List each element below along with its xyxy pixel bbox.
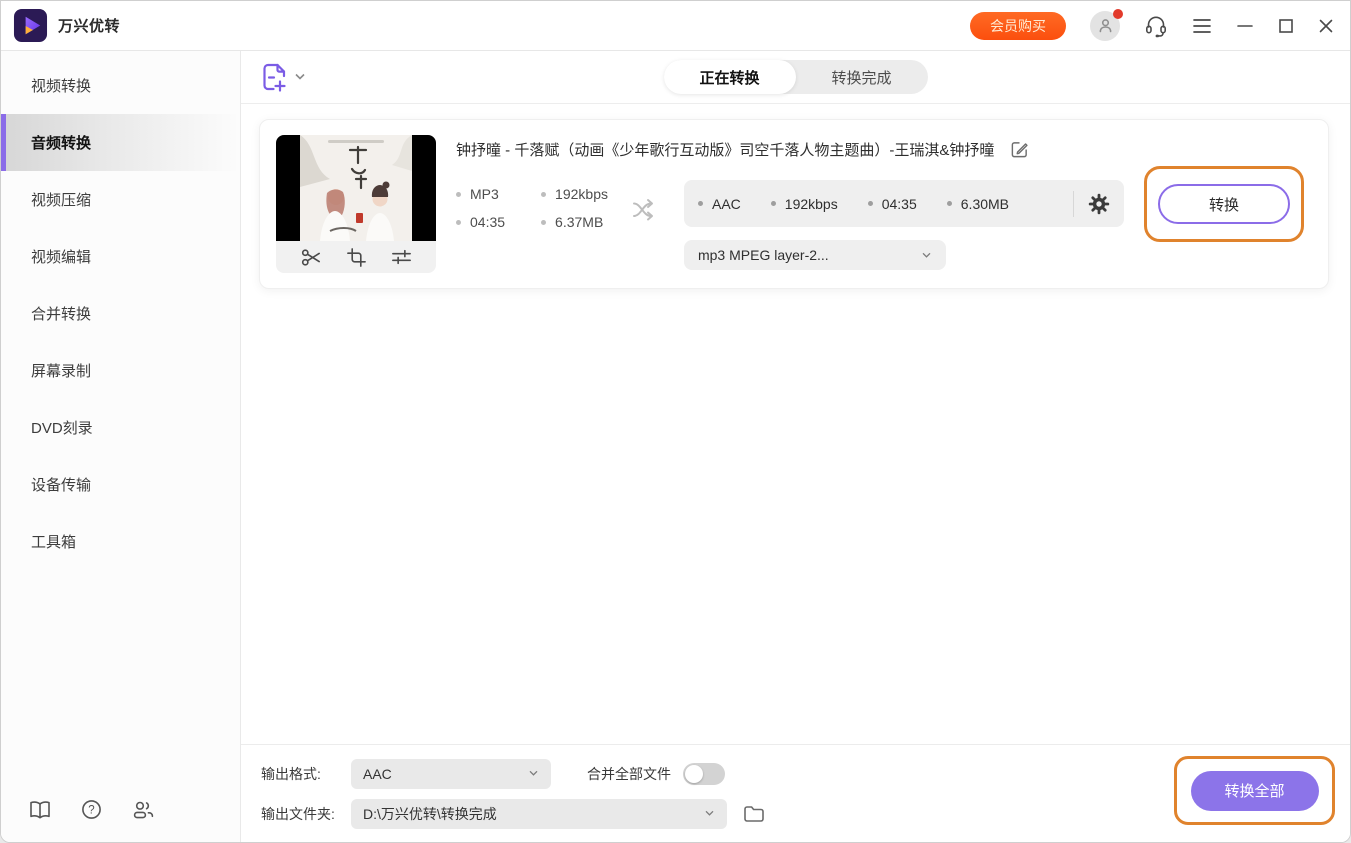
app-window: 万兴优转 会员购买: [0, 0, 1351, 843]
source-bitrate: 192kbps: [555, 186, 608, 202]
chevron-down-icon: [704, 810, 715, 817]
title-bar: 万兴优转 会员购买: [1, 1, 1350, 51]
clip-toolbar: [276, 241, 436, 273]
file-card: 钟抒曈 - 千落赋（动画《少年歌行互动版》司空千落人物主题曲）-王瑞淇&钟抒曈: [259, 119, 1329, 289]
chevron-down-icon: [528, 770, 539, 777]
divider: [1073, 191, 1074, 217]
target-bitrate: 192kbps: [785, 196, 838, 212]
sidebar-item-toolbox[interactable]: 工具箱: [1, 513, 240, 570]
svg-text:?: ?: [88, 805, 94, 817]
convert-direction-icon: [630, 196, 660, 223]
output-folder-value: D:\万兴优转\转换完成: [363, 804, 497, 824]
add-file-button[interactable]: [261, 62, 306, 93]
merge-toggle[interactable]: [683, 763, 725, 785]
sidebar-item-merge-convert[interactable]: 合并转换: [1, 285, 240, 342]
edit-title-icon[interactable]: [1010, 140, 1029, 159]
settings-gear-icon[interactable]: [1088, 193, 1110, 215]
app-logo-icon: [13, 8, 48, 43]
file-title: 钟抒曈 - 千落赋（动画《少年歌行互动版》司空千落人物主题曲）-王瑞淇&钟抒曈: [456, 139, 994, 160]
merge-all-label: 合并全部文件: [587, 764, 671, 784]
community-icon[interactable]: [132, 800, 155, 820]
tab-group: 正在转换 转换完成: [663, 60, 927, 94]
minimize-button[interactable]: [1236, 18, 1254, 34]
open-folder-icon[interactable]: [743, 805, 765, 823]
notification-dot: [1113, 9, 1123, 19]
tab-finished[interactable]: 转换完成: [796, 60, 928, 94]
help-icon[interactable]: ?: [81, 799, 102, 820]
sidebar-item-label: 音频转换: [31, 132, 91, 153]
tab-label: 转换完成: [832, 67, 892, 88]
output-format-value: AAC: [363, 766, 392, 782]
sidebar-item-label: 设备传输: [31, 474, 91, 495]
task-list-area: 钟抒曈 - 千落赋（动画《少年歌行互动版》司空千落人物主题曲）-王瑞淇&钟抒曈: [241, 104, 1350, 744]
sidebar-item-dvd-burn[interactable]: DVD刻录: [1, 399, 240, 456]
output-folder-label: 输出文件夹:: [261, 804, 351, 824]
output-settings-bar: 输出格式: AAC 合并全部文件 输出文件夹: D:\: [241, 744, 1350, 842]
output-format-label: 输出格式:: [261, 764, 351, 784]
target-duration: 04:35: [882, 196, 917, 212]
maximize-button[interactable]: [1278, 18, 1294, 34]
source-size: 6.37MB: [555, 214, 603, 230]
sidebar-item-label: 视频转换: [31, 75, 91, 96]
output-folder-select[interactable]: D:\万兴优转\转换完成: [351, 799, 727, 829]
annotation-highlight: 转换全部: [1174, 756, 1335, 825]
sidebar-item-label: 视频编辑: [31, 246, 91, 267]
sidebar-item-device-transfer[interactable]: 设备传输: [1, 456, 240, 513]
sidebar-item-screen-record[interactable]: 屏幕录制: [1, 342, 240, 399]
add-file-icon: [261, 62, 287, 93]
target-size: 6.30MB: [961, 196, 1009, 212]
target-media-info: AAC 192kbps 04:35 6.30MB: [684, 180, 1124, 227]
adjust-effects-icon[interactable]: [390, 247, 413, 267]
sidebar-item-label: 合并转换: [31, 303, 91, 324]
album-art: [300, 135, 412, 241]
source-media-info: MP3 192kbps 04:35 6.37MB: [456, 186, 608, 230]
output-format-select[interactable]: AAC: [351, 759, 551, 789]
sidebar-item-audio-convert[interactable]: 音频转换: [1, 114, 240, 171]
target-format: AAC: [712, 196, 741, 212]
crop-icon[interactable]: [346, 247, 367, 268]
user-avatar[interactable]: [1090, 11, 1120, 41]
tab-label: 正在转换: [699, 67, 759, 88]
sidebar-item-label: DVD刻录: [31, 417, 93, 438]
annotation-highlight: 转换: [1144, 166, 1304, 242]
menu-icon[interactable]: [1192, 18, 1212, 34]
convert-all-button[interactable]: 转换全部: [1191, 771, 1319, 811]
sidebar: 视频转换 音频转换 视频压缩 视频编辑 合并转换 屏幕录制 DVD刻录 设备传输…: [1, 51, 241, 842]
sidebar-item-video-convert[interactable]: 视频转换: [1, 57, 240, 114]
app-title: 万兴优转: [58, 15, 120, 36]
toolbar: 正在转换 转换完成: [241, 51, 1350, 104]
sidebar-item-video-edit[interactable]: 视频编辑: [1, 228, 240, 285]
support-headset-icon[interactable]: [1144, 14, 1168, 38]
chevron-down-icon: [921, 252, 932, 259]
close-button[interactable]: [1318, 18, 1334, 34]
sidebar-item-video-compress[interactable]: 视频压缩: [1, 171, 240, 228]
chevron-down-icon: [294, 73, 306, 81]
item-format-value: mp3 MPEG layer-2...: [698, 247, 829, 263]
sidebar-item-label: 工具箱: [31, 531, 76, 552]
cut-icon[interactable]: [300, 247, 323, 268]
member-buy-button[interactable]: 会员购买: [970, 12, 1066, 40]
convert-button[interactable]: 转换: [1158, 184, 1290, 224]
source-format: MP3: [470, 186, 499, 202]
guide-book-icon[interactable]: [29, 800, 51, 820]
source-duration: 04:35: [470, 214, 505, 230]
sidebar-item-label: 屏幕录制: [31, 360, 91, 381]
sidebar-item-label: 视频压缩: [31, 189, 91, 210]
tab-converting[interactable]: 正在转换: [663, 60, 795, 94]
media-thumbnail[interactable]: [276, 135, 436, 273]
item-format-select[interactable]: mp3 MPEG layer-2...: [684, 240, 946, 270]
person-icon: [1097, 17, 1114, 34]
